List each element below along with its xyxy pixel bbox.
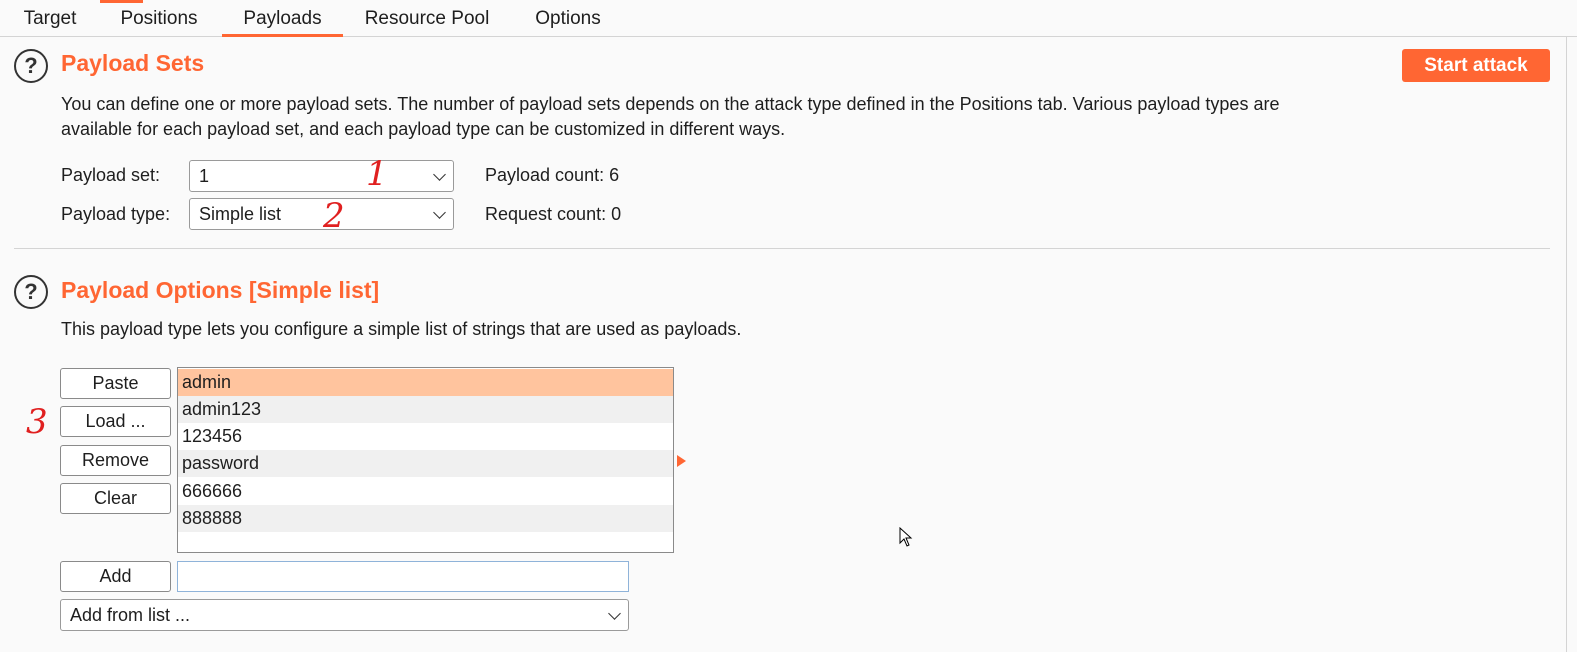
chevron-down-icon xyxy=(433,168,446,181)
tab-resource-pool[interactable]: Resource Pool xyxy=(352,0,502,37)
payload-sets-description-line1: You can define one or more payload sets.… xyxy=(61,94,1280,114)
list-item[interactable]: admin123 xyxy=(178,396,673,423)
panel-right-edge xyxy=(1566,37,1567,652)
payload-sets-title: Payload Sets xyxy=(61,50,205,76)
tab-target[interactable]: Target xyxy=(8,0,92,37)
payload-type-select[interactable]: Simple list xyxy=(189,198,454,230)
payload-set-label: Payload set: xyxy=(61,165,161,185)
request-count: Request count: 0 xyxy=(485,204,622,224)
list-item[interactable]: 666666 xyxy=(178,478,673,505)
clear-button[interactable]: Clear xyxy=(60,483,171,514)
payload-type-value: Simple list xyxy=(199,204,282,224)
tab-payloads[interactable]: Payloads xyxy=(222,0,343,37)
payload-options-title: Payload Options [Simple list] xyxy=(61,277,380,303)
tab-positions[interactable]: Positions xyxy=(106,0,212,37)
list-item[interactable]: 888888 xyxy=(178,505,673,532)
help-icon[interactable]: ? xyxy=(14,49,48,83)
add-from-list-select[interactable]: Add from list ... xyxy=(60,599,629,631)
chevron-down-icon xyxy=(608,607,621,620)
payload-sets-description-line2: available for each payload set, and each… xyxy=(61,119,786,139)
section-divider xyxy=(14,248,1550,249)
list-item[interactable]: 123456 xyxy=(178,423,673,450)
add-from-list-value: Add from list ... xyxy=(70,605,191,625)
remove-button[interactable]: Remove xyxy=(60,445,171,476)
help-icon[interactable]: ? xyxy=(14,275,48,309)
load-button[interactable]: Load ... xyxy=(60,406,171,437)
resize-handle-icon[interactable] xyxy=(677,455,686,467)
add-button[interactable]: Add xyxy=(60,561,171,592)
annotation-1: 1 xyxy=(366,154,388,194)
list-item[interactable]: admin xyxy=(178,369,673,396)
annotation-3: 3 xyxy=(26,402,48,442)
mouse-cursor-icon xyxy=(899,527,913,547)
payload-count: Payload count: 6 xyxy=(485,165,620,185)
list-item[interactable]: password xyxy=(178,450,673,477)
add-payload-input[interactable] xyxy=(177,561,629,592)
tab-options[interactable]: Options xyxy=(520,0,616,37)
payload-type-label: Payload type: xyxy=(61,204,171,224)
chevron-down-icon xyxy=(433,206,446,219)
start-attack-button[interactable]: Start attack xyxy=(1402,49,1550,82)
payload-options-description: This payload type lets you configure a s… xyxy=(61,319,742,339)
annotation-2: 2 xyxy=(323,196,345,236)
payload-set-value: 1 xyxy=(199,166,210,186)
payload-set-select[interactable]: 1 xyxy=(189,160,454,192)
paste-button[interactable]: Paste xyxy=(60,368,171,399)
tab-bar: Target Positions Payloads Resource Pool … xyxy=(0,0,1577,37)
payload-list[interactable]: admin admin123 123456 password 666666 88… xyxy=(177,367,674,553)
